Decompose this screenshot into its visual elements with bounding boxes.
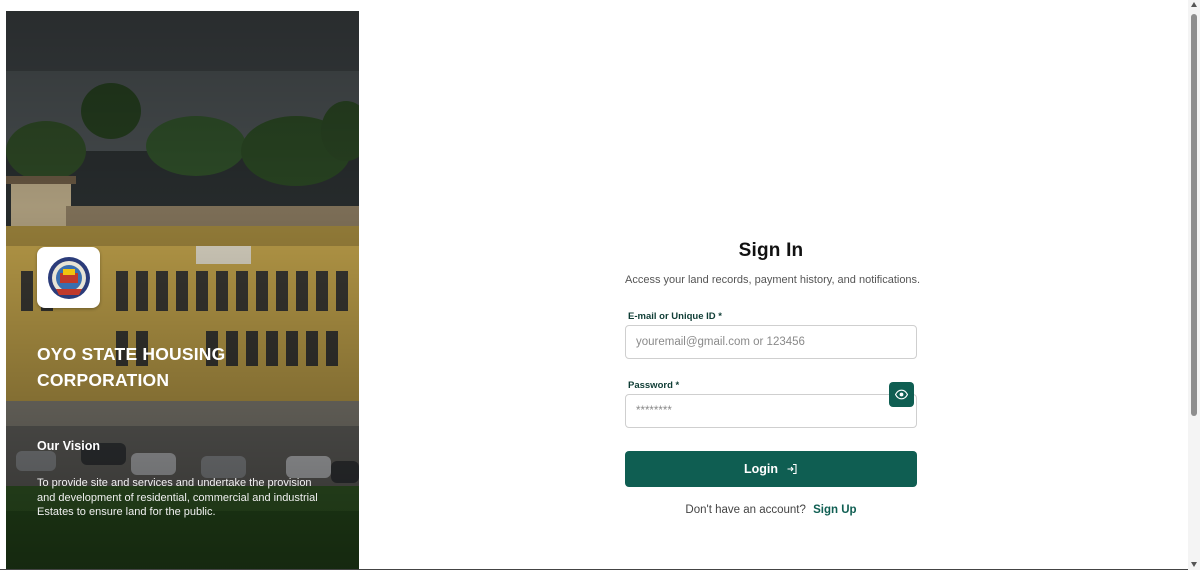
form-subtitle: Access your land records, payment histor… — [625, 274, 921, 286]
toggle-password-button[interactable] — [889, 382, 914, 407]
vision-heading: Our Vision — [37, 439, 100, 453]
password-field-wrapper — [625, 382, 917, 428]
email-label: E-mail or Unique ID * — [628, 311, 722, 322]
eye-icon — [895, 389, 908, 400]
sign-in-form: Sign In Access your land records, paymen… — [625, 240, 921, 516]
signup-row: Don't have an account? Sign Up — [625, 504, 917, 516]
scrollbar-thumb[interactable] — [1191, 14, 1197, 416]
email-input[interactable] — [625, 325, 917, 359]
vertical-scrollbar[interactable] — [1188, 0, 1200, 570]
org-name: OYO STATE HOUSING CORPORATION — [37, 344, 226, 390]
login-arrow-icon — [787, 463, 797, 475]
scroll-up-arrow-icon[interactable] — [1191, 2, 1197, 7]
form-title: Sign In — [738, 240, 804, 261]
hero-panel: OYO STATE HOUSING CORPORATION Our Vision… — [6, 11, 359, 570]
scroll-down-arrow-icon[interactable] — [1191, 562, 1197, 567]
password-label: Password * — [628, 380, 680, 391]
signup-prompt: Don't have an account? — [685, 504, 806, 516]
signup-link[interactable]: Sign Up — [813, 504, 856, 516]
vision-text: To provide site and services and underta… — [37, 477, 318, 518]
oyo-state-seal-logo — [47, 256, 90, 299]
org-logo — [37, 247, 100, 308]
login-button[interactable]: Login — [625, 451, 917, 487]
login-button-label: Login — [743, 462, 778, 476]
password-input[interactable] — [625, 394, 917, 428]
